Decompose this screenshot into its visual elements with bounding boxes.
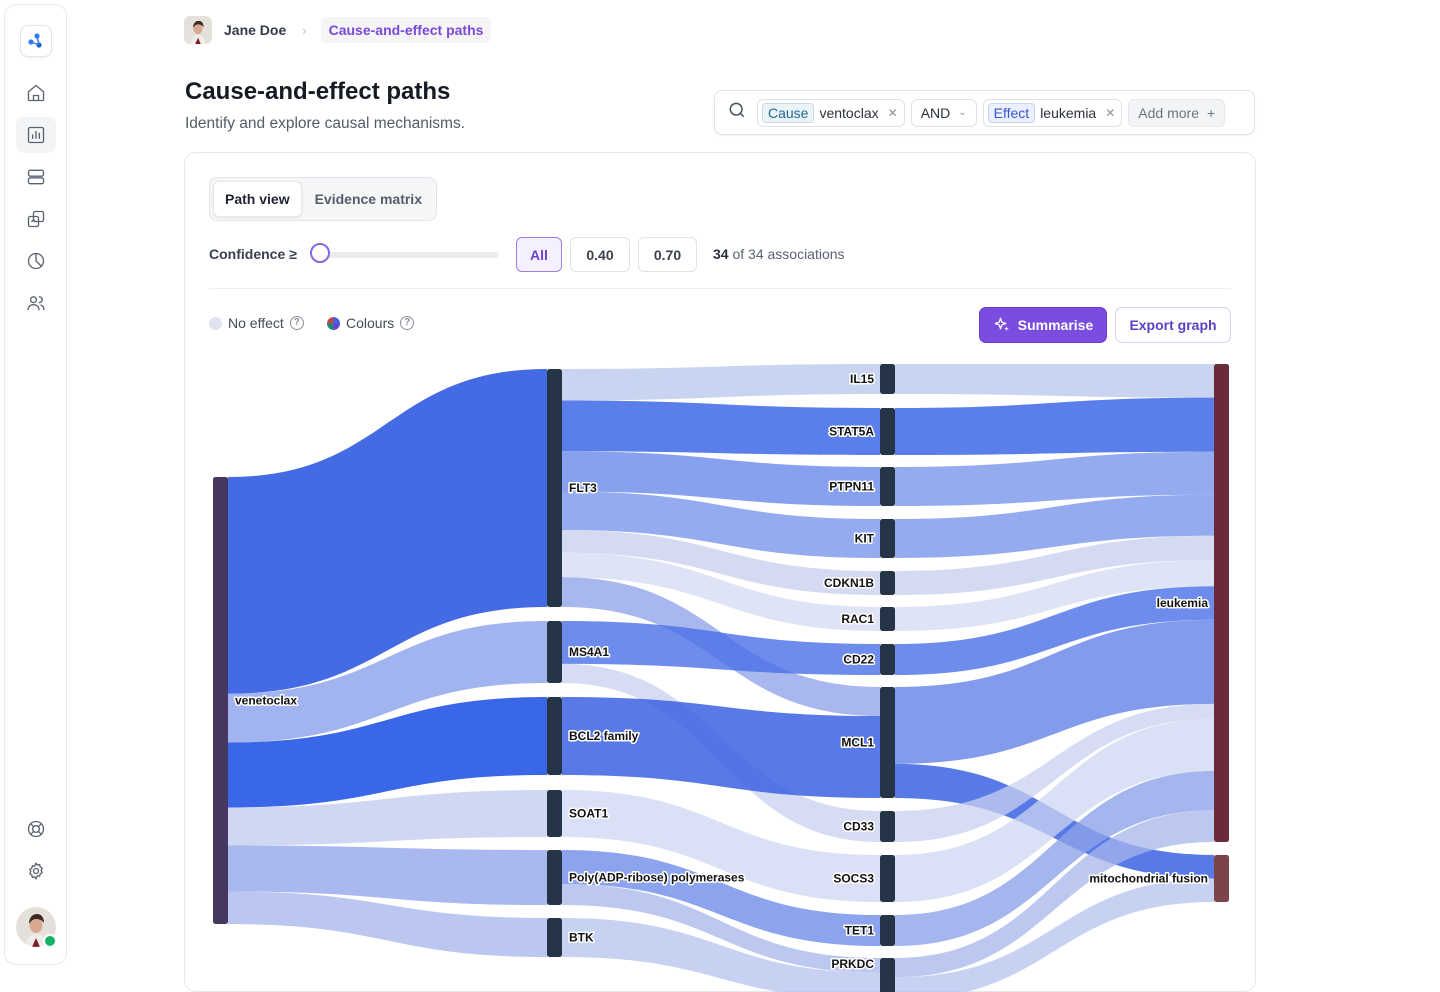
sankey-node-MCL1[interactable] [880, 687, 895, 798]
sankey-node-CDKN1B[interactable] [880, 571, 895, 595]
sankey-label-CD22: CD22 [843, 653, 874, 667]
sankey-label-SOAT1: SOAT1 [569, 807, 608, 821]
sankey-node-STAT5A[interactable] [880, 408, 895, 455]
sankey-label-KIT: KIT [855, 532, 875, 546]
sankey-node-PTPN11[interactable] [880, 467, 895, 506]
sankey-label-CD33: CD33 [843, 820, 874, 834]
sankey-label-RAC1: RAC1 [841, 612, 874, 626]
sankey-label-BTK: BTK [569, 931, 594, 945]
sankey-diagram: venetoclax FLT3 MS4A1 BCL2 family SOAT1 Poly(… [0, 0, 1440, 970]
sankey-node-CD22[interactable] [880, 644, 895, 675]
sankey-links [228, 364, 1214, 992]
sankey-node-RAC1[interactable] [880, 607, 895, 631]
sankey-node-CD33[interactable] [880, 811, 895, 842]
sankey-node-venetoclax[interactable] [213, 477, 228, 924]
sankey-node-PARP[interactable] [547, 850, 562, 905]
sankey-node-SOCS3[interactable] [880, 855, 895, 902]
sankey-node-mito[interactable] [1214, 855, 1229, 902]
sankey-node-MS4A1[interactable] [547, 621, 562, 683]
sankey-link-STAT5A-leukemia[interactable] [895, 398, 1214, 455]
sankey-node-IL15[interactable] [880, 364, 895, 394]
sankey-label-leukemia: leukemia [1157, 596, 1209, 610]
sankey-label-IL15: IL15 [850, 372, 874, 386]
sankey-label-mito: mitochondrial fusion [1089, 872, 1208, 886]
sankey-label-PTPN11: PTPN11 [829, 480, 874, 494]
sankey-label-PRKDC: PRKDC [831, 957, 874, 971]
sankey-label-TET1: TET1 [845, 924, 875, 938]
sankey-node-BCL2[interactable] [547, 697, 562, 775]
sankey-node-leukemia[interactable] [1214, 364, 1229, 842]
sankey-node-SOAT1[interactable] [547, 790, 562, 837]
sankey-node-PRKDC[interactable] [880, 958, 895, 992]
sankey-label-CDKN1B: CDKN1B [824, 576, 874, 590]
sankey-node-TET1[interactable] [880, 915, 895, 946]
sankey-label-FLT3: FLT3 [569, 481, 597, 495]
sankey-node-FLT3[interactable] [547, 369, 562, 607]
sankey-label-STAT5A: STAT5A [829, 425, 874, 439]
sankey-label-SOCS3: SOCS3 [833, 872, 874, 886]
sankey-node-BTK[interactable] [547, 918, 562, 957]
sankey-label-venetoclax: venetoclax [235, 694, 297, 708]
sankey-link-FLT3-IL15[interactable] [562, 364, 880, 401]
sankey-label-PARP: Poly(ADP-ribose) polymerases [569, 871, 745, 885]
sankey-label-MCL1: MCL1 [841, 736, 874, 750]
sankey-link-IL15-leukemia[interactable] [895, 364, 1214, 398]
sankey-node-KIT[interactable] [880, 519, 895, 558]
sankey-label-MS4A1: MS4A1 [569, 645, 609, 659]
sankey-label-BCL2: BCL2 family [569, 729, 639, 743]
